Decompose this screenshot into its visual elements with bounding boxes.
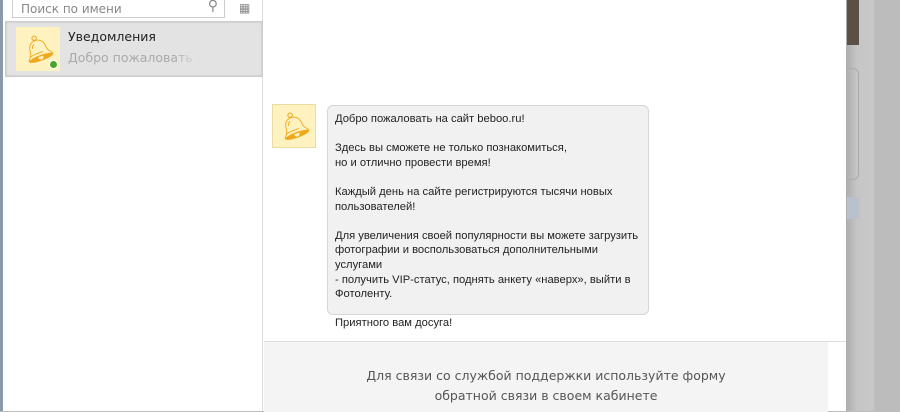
avatar: 🔔︎ <box>16 27 60 71</box>
trash-icon[interactable]: ▦ <box>239 1 250 15</box>
online-indicator <box>49 60 58 69</box>
search-input[interactable]: Поиск по имени ⚲ <box>12 0 225 18</box>
support-notice: Для связи со службой поддержки используй… <box>264 342 828 412</box>
chat-area: 🔔︎ Добро пожаловать на сайт beboo.ru! Зд… <box>264 0 846 341</box>
dialog-preview: Добро пожаловать на сайт beboo.ru! <box>68 50 200 65</box>
message-bubble: Добро пожаловать на сайт beboo.ru! Здесь… <box>327 105 649 329</box>
background-card <box>847 68 859 180</box>
bell-icon: 🔔︎ <box>273 106 315 146</box>
support-text: Для связи со службой поддержки используй… <box>366 368 726 403</box>
message-paragraph: Приятного вам досуга! <box>335 317 453 330</box>
message-paragraph: Добро пожаловать на сайт beboo.ru! <box>335 113 525 125</box>
message-paragraph: Для увеличения своей популярности вы мож… <box>335 229 639 301</box>
dialogs-sidebar: Поиск по имени ⚲ ▦ 🔔︎ Уведомления Добро … <box>3 0 263 411</box>
background-link <box>847 197 859 219</box>
background-photo <box>847 0 859 45</box>
sender-avatar: 🔔︎ <box>272 104 316 148</box>
search-placeholder: Поиск по имени <box>21 1 122 16</box>
support-footer: Для связи со службой поддержки используй… <box>264 341 846 412</box>
messages-modal: Поиск по имени ⚲ ▦ 🔔︎ Уведомления Добро … <box>3 0 846 412</box>
dialog-item-notifications[interactable]: 🔔︎ Уведомления Добро пожаловать на сайт … <box>5 21 263 77</box>
message-paragraph: Каждый день на сайте регистрируются тыся… <box>335 185 613 213</box>
search-icon[interactable]: ⚲ <box>208 0 218 13</box>
dialog-name: Уведомления <box>68 29 156 44</box>
message-paragraph: Здесь вы сможете не только познакомиться… <box>335 142 567 169</box>
